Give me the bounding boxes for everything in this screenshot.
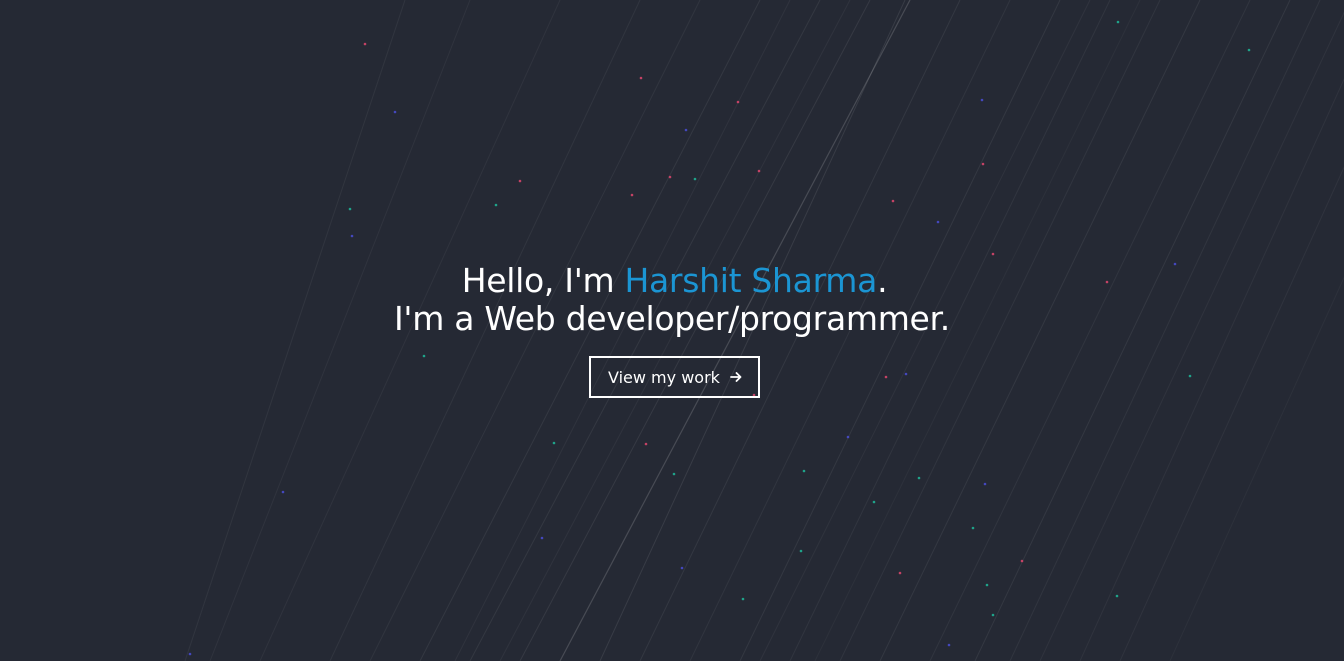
particle-dot: [281, 490, 285, 494]
particle-dot: [422, 354, 426, 358]
intro-text: Hello, I'm Harshit Sharma. I'm a Web dev…: [0, 262, 1344, 338]
particle-dots: [188, 20, 1251, 656]
particle-dot: [741, 597, 745, 601]
view-my-work-button[interactable]: View my work: [589, 356, 760, 398]
particle-dot: [644, 442, 648, 446]
particle-dot: [947, 643, 951, 647]
particle-dot: [1115, 594, 1119, 598]
name-highlight: Harshit Sharma: [624, 261, 878, 300]
arrow-right-icon: [730, 372, 742, 382]
hero-section: Hello, I'm Harshit Sharma. I'm a Web dev…: [0, 0, 1344, 661]
particle-dot: [936, 220, 940, 224]
particle-dot: [891, 199, 895, 203]
particle-dot: [985, 583, 989, 587]
particle-dot: [393, 110, 397, 114]
particle-dot: [1247, 48, 1251, 52]
particle-dot: [898, 571, 902, 575]
particle-dot: [639, 76, 643, 80]
particle-dot: [991, 613, 995, 617]
particle-dot: [802, 469, 806, 473]
greeting-line: Hello, I'm Harshit Sharma.: [0, 262, 1344, 300]
particle-dot: [672, 472, 676, 476]
greeting-period: .: [877, 261, 888, 300]
particle-dot: [684, 128, 688, 132]
particle-dot: [348, 207, 352, 211]
particle-dot: [518, 179, 522, 183]
particle-dot: [991, 252, 995, 256]
particle-dot: [872, 500, 876, 504]
particle-dot: [981, 162, 985, 166]
particle-dot: [917, 476, 921, 480]
particle-dot: [188, 652, 192, 656]
particle-dot: [884, 375, 888, 379]
particle-dot: [552, 441, 556, 445]
greeting-text: Hello, I'm: [461, 261, 625, 300]
tagline: I'm a Web developer/programmer.: [393, 299, 950, 338]
particle-dot: [980, 98, 984, 102]
particle-dot: [680, 566, 684, 570]
view-my-work-label: View my work: [608, 367, 720, 387]
particle-dot: [983, 482, 987, 486]
particle-dot: [540, 536, 544, 540]
particle-dot: [363, 42, 367, 46]
particle-dot: [1020, 559, 1024, 563]
particle-dot: [1188, 374, 1192, 378]
particle-dot: [1116, 20, 1120, 24]
particle-dot: [904, 372, 908, 376]
particle-dot: [494, 203, 498, 207]
particle-dot: [350, 234, 354, 238]
particle-dot: [971, 526, 975, 530]
cta-wrapper: View my work: [589, 356, 760, 398]
particle-dot: [757, 169, 761, 173]
particle-dot: [630, 193, 634, 197]
particle-dot: [668, 175, 672, 179]
particle-dot: [736, 100, 740, 104]
particle-dot: [693, 177, 697, 181]
particle-dot: [799, 549, 803, 553]
particle-dot: [846, 435, 850, 439]
